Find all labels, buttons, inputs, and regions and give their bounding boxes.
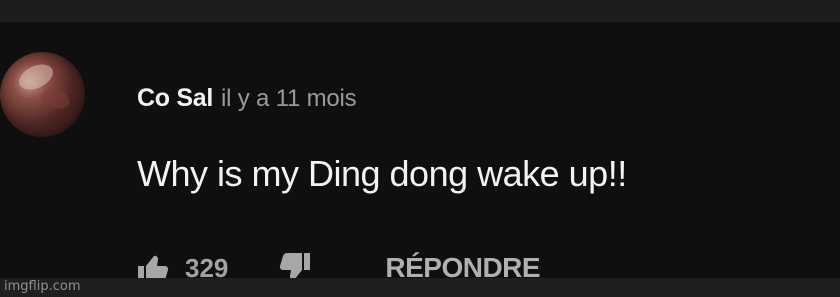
comment-timestamp: il y a 11 mois: [221, 85, 357, 112]
top-border: [0, 0, 840, 22]
author-name[interactable]: Co Sal: [137, 84, 213, 113]
comment-header: Co Sal il y a 11 mois: [137, 84, 357, 120]
watermark-bar: imgflip.com: [0, 278, 840, 297]
watermark: imgflip.com: [4, 279, 81, 294]
comment-text: Why is my Ding dong wake up!!: [137, 153, 627, 194]
avatar[interactable]: [0, 52, 85, 137]
comment-screenshot: Co Sal il y a 11 mois Why is my Ding don…: [0, 0, 840, 297]
comment-card: Co Sal il y a 11 mois Why is my Ding don…: [0, 22, 840, 283]
